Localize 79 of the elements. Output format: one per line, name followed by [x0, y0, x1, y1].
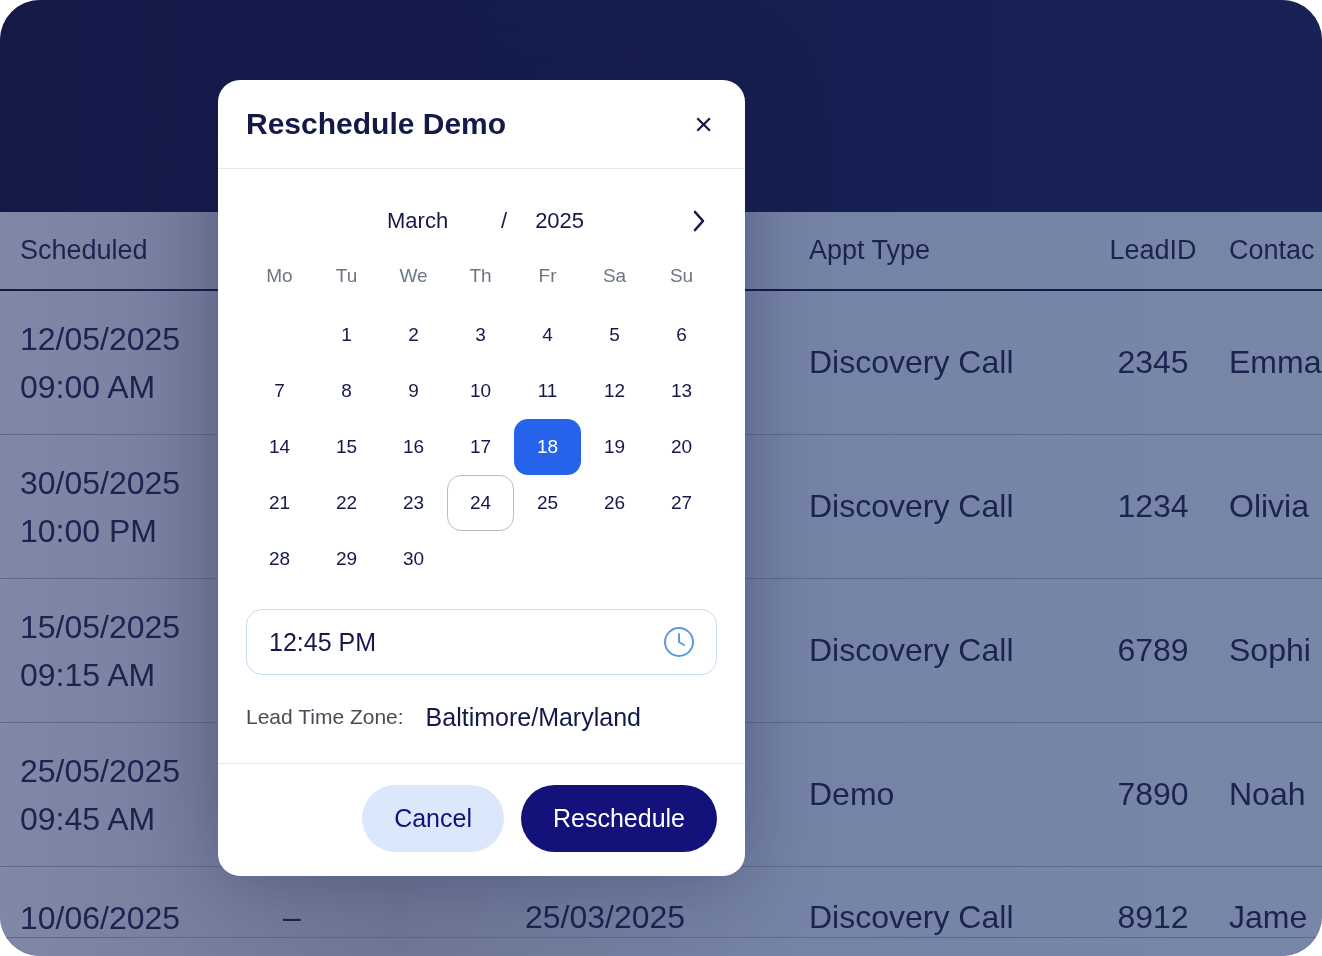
- cancel-button[interactable]: Cancel: [362, 785, 504, 852]
- table-cell-text: 10:00 PM: [20, 511, 158, 550]
- table-cell: 7890: [1117, 776, 1189, 812]
- table-cell: 8912: [1117, 899, 1189, 935]
- calendar-day[interactable]: 19: [581, 419, 648, 475]
- calendar-day[interactable]: 21: [246, 475, 313, 531]
- month-label[interactable]: March: [387, 208, 469, 234]
- calendar-day[interactable]: 1: [313, 307, 380, 363]
- calendar-day[interactable]: 5: [581, 307, 648, 363]
- column-header[interactable]: LeadID: [1109, 235, 1197, 265]
- weekday-label: Tu: [334, 264, 359, 288]
- calendar-day[interactable]: 20: [648, 419, 715, 475]
- table-cell: Emma: [1229, 344, 1322, 380]
- weekday-label: Fr: [537, 264, 558, 288]
- timezone-label: Lead Time Zone:: [246, 705, 404, 729]
- close-button[interactable]: ×: [690, 108, 717, 140]
- calendar-day[interactable]: 4: [514, 307, 581, 363]
- weekday-label: Mo: [265, 264, 294, 288]
- table-cell-text: 09:00 AM: [20, 367, 157, 406]
- table-cell-text: 09:15 AM: [20, 655, 157, 694]
- table-cell: –: [283, 899, 301, 935]
- calendar-day[interactable]: 27: [648, 475, 715, 531]
- calendar-day[interactable]: 7: [246, 363, 313, 419]
- table-cell: Discovery Call: [809, 899, 1014, 935]
- calendar-day[interactable]: 15: [313, 419, 380, 475]
- table-cell: 6789: [1117, 632, 1189, 668]
- table-cell: Discovery Call: [809, 488, 1014, 524]
- table-cell-text: 10/06/2025: [20, 899, 182, 937]
- calendar-day[interactable]: 22: [313, 475, 380, 531]
- calendar-day[interactable]: 8: [313, 363, 380, 419]
- table-cell-text: 12/05/2025: [20, 319, 182, 358]
- column-header[interactable]: Scheduled: [0, 235, 148, 265]
- table-cell: Olivia: [1229, 488, 1309, 524]
- weekday-label: Sa: [601, 264, 628, 288]
- calendar-day[interactable]: 13: [648, 363, 715, 419]
- calendar-day[interactable]: 6: [648, 307, 715, 363]
- calendar-day[interactable]: 9: [380, 363, 447, 419]
- next-month-button[interactable]: [691, 209, 707, 233]
- calendar-day[interactable]: 26: [581, 475, 648, 531]
- table-cell: Demo: [809, 776, 895, 812]
- column-header[interactable]: Contac: [1229, 235, 1315, 265]
- table-cell: Discovery Call: [809, 344, 1014, 380]
- calendar-day[interactable]: 12: [581, 363, 648, 419]
- separator: /: [501, 208, 508, 234]
- column-header[interactable]: Appt Type: [789, 235, 931, 265]
- dialog-title: Reschedule Demo: [246, 107, 507, 141]
- table-cell-text: 09:45 AM: [20, 799, 157, 838]
- calendar-day[interactable]: 2: [380, 307, 447, 363]
- calendar-day[interactable]: 3: [447, 307, 514, 363]
- calendar-day[interactable]: 18: [514, 419, 581, 475]
- calendar-day[interactable]: 25: [514, 475, 581, 531]
- calendar-day[interactable]: 30: [380, 531, 447, 587]
- table-cell: Sophi: [1229, 632, 1311, 668]
- table-cell: 2345: [1117, 344, 1189, 380]
- weekday-label: We: [398, 264, 429, 288]
- calendar-day[interactable]: 10: [447, 363, 514, 419]
- calendar-day[interactable]: 14: [246, 419, 313, 475]
- table-cell: Jame: [1229, 899, 1308, 935]
- calendar-day[interactable]: 17: [447, 419, 514, 475]
- calendar-day[interactable]: 29: [313, 531, 380, 587]
- weekday-label: Th: [468, 264, 493, 288]
- clock-icon[interactable]: [663, 626, 695, 658]
- table-cell-text: 25/05/2025: [20, 751, 182, 790]
- table-cell: 1234: [1117, 488, 1189, 524]
- timezone-value: Baltimore/Maryland: [425, 702, 641, 732]
- calendar-day[interactable]: 23: [380, 475, 447, 531]
- calendar-day[interactable]: 28: [246, 531, 313, 587]
- table-cell-text: 30/05/2025: [20, 463, 182, 502]
- calendar-day[interactable]: 16: [380, 419, 447, 475]
- calendar-day[interactable]: 24: [447, 475, 514, 531]
- calendar-day[interactable]: 11: [514, 363, 581, 419]
- table-cell: Noah: [1229, 776, 1306, 812]
- year-label[interactable]: 2025: [535, 208, 585, 234]
- table-cell: 25/03/2025: [525, 899, 686, 935]
- table-cell-text: 15/05/2025: [20, 607, 182, 646]
- weekday-label: Su: [668, 264, 695, 288]
- time-field[interactable]: 12:45 PM: [246, 609, 717, 675]
- table-cell: Discovery Call: [809, 632, 1014, 668]
- reschedule-button[interactable]: Reschedule: [520, 785, 717, 852]
